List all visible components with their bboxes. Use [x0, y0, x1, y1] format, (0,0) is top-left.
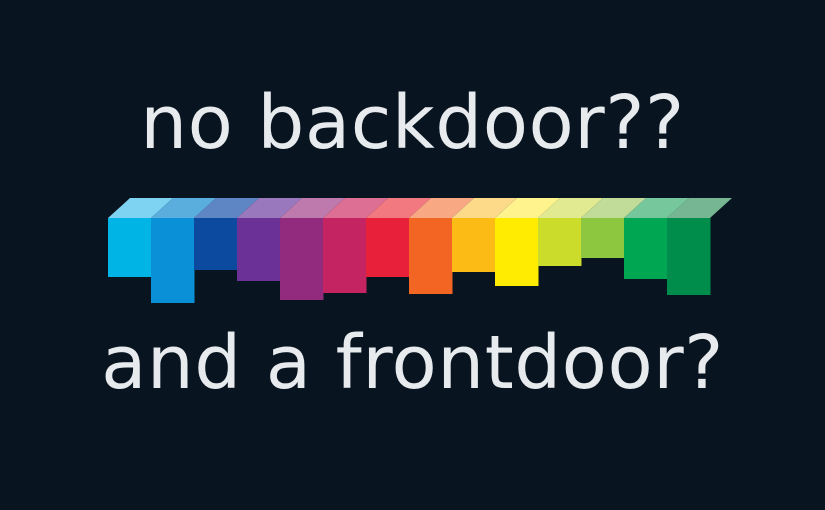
logo-bar: [280, 218, 324, 300]
logo-bar: [108, 218, 152, 277]
logo-bar: [624, 218, 668, 279]
banner-canvas: no backdoor?? and a frontdoor?: [0, 0, 825, 510]
logo-bar: [323, 218, 367, 293]
logo-bar: [151, 218, 195, 303]
logo-bar: [538, 218, 582, 266]
logo-bar: [409, 218, 453, 294]
headline-bottom: and a frontdoor?: [101, 320, 724, 406]
rainbow-staircase-bars-icon: [108, 198, 732, 303]
logo-bar: [495, 218, 539, 286]
logo-bar: [366, 218, 410, 277]
logo-bar: [581, 218, 625, 258]
logo-bar: [237, 218, 281, 281]
logo-bar: [194, 218, 238, 270]
logo-bar: [667, 218, 711, 295]
logo-bar: [452, 218, 496, 272]
